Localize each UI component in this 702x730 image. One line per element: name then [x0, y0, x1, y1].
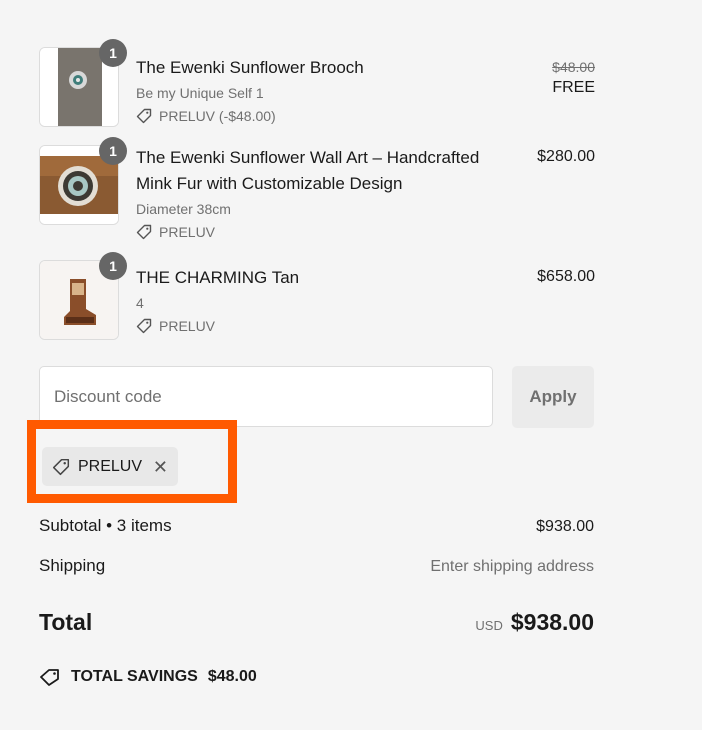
discount-code-input[interactable] — [39, 366, 493, 427]
shipping-label: Shipping — [39, 556, 106, 575]
savings-tag-icon — [39, 668, 61, 686]
product-thumbnail: 1 — [39, 137, 127, 225]
product-title: The Ewenki Sunflower Brooch — [136, 58, 364, 77]
savings-value: $48.00 — [207, 668, 257, 685]
tag-icon — [136, 318, 152, 334]
item-price: FREE — [552, 79, 595, 96]
tag-icon — [136, 108, 152, 124]
subtotal-value: $938.00 — [536, 518, 594, 535]
shipping-row: Shipping Enter shipping address — [39, 556, 594, 576]
savings-label: TOTAL SAVINGS — [71, 668, 198, 685]
apply-button[interactable]: Apply — [512, 366, 594, 428]
applied-code-label: PRELUV — [78, 457, 143, 475]
quantity-badge: 1 — [99, 252, 127, 280]
line-discount: PRELUV — [136, 222, 496, 242]
product-variant: Diameter 38cm — [136, 201, 231, 217]
discount-code-label: PRELUV — [159, 318, 216, 334]
line-item: 1 The Ewenki Sunflower Wall Art – Handcr… — [39, 137, 595, 245]
subtotal-label: Subtotal • 3 items — [39, 516, 172, 535]
line-discount: PRELUV — [136, 316, 496, 336]
currency-code: USD — [475, 618, 503, 633]
line-item: 1 The Ewenki Sunflower Brooch Be my Uniq… — [39, 39, 595, 127]
quantity-badge: 1 — [99, 137, 127, 165]
product-title: The Ewenki Sunflower Wall Art – Handcraf… — [136, 148, 480, 193]
total-row: Total USD $938.00 — [39, 609, 594, 636]
item-price: $658.00 — [537, 268, 595, 285]
line-discount: PRELUV (-$48.00) — [136, 106, 496, 126]
total-amount: USD $938.00 — [475, 609, 594, 636]
discount-code-label: PRELUV (-$48.00) — [159, 108, 276, 124]
product-variant: 4 — [136, 295, 144, 311]
product-thumbnail: 1 — [39, 39, 127, 127]
total-value: $938.00 — [510, 609, 594, 635]
subtotal-row: Subtotal • 3 items $938.00 — [39, 516, 594, 536]
product-thumbnail: 1 — [39, 252, 127, 340]
remove-discount-icon[interactable]: ✕ — [153, 458, 168, 476]
applied-discount-chip: PRELUV ✕ — [42, 447, 178, 486]
discount-code-label: PRELUV — [159, 224, 216, 240]
product-title: THE CHARMING Tan — [136, 268, 300, 287]
original-price: $48.00 — [552, 59, 595, 75]
total-label: Total — [39, 609, 93, 635]
total-savings: TOTAL SAVINGS $48.00 — [39, 668, 257, 686]
line-item: 1 THE CHARMING Tan 4 PRELUV $658.00 — [39, 252, 595, 340]
product-variant: Be my Unique Self 1 — [136, 85, 264, 101]
quantity-badge: 1 — [99, 39, 127, 67]
item-price: $280.00 — [537, 148, 595, 165]
tag-icon — [136, 224, 152, 240]
tag-icon — [52, 458, 70, 476]
shipping-value: Enter shipping address — [430, 558, 594, 575]
